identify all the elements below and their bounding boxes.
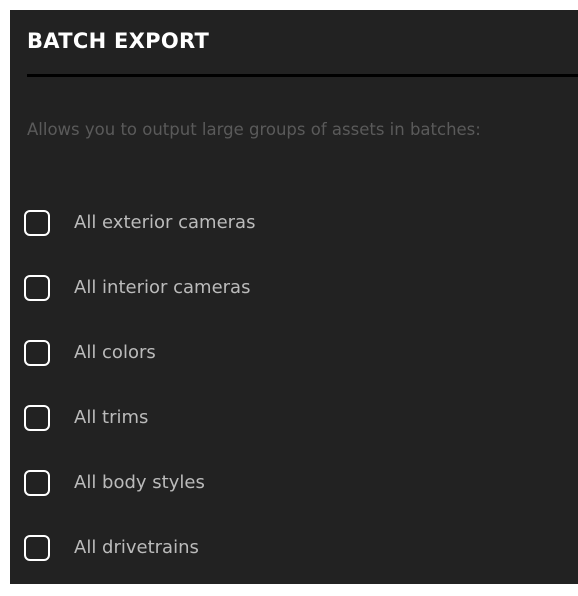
option-all-drivetrains[interactable]: All drivetrains — [24, 531, 578, 565]
option-all-trims[interactable]: All trims — [24, 401, 578, 435]
option-label: All trims — [74, 407, 149, 428]
option-label: All body styles — [74, 472, 205, 493]
option-label: All exterior cameras — [74, 212, 256, 233]
option-label: All interior cameras — [74, 277, 251, 298]
option-label: All drivetrains — [74, 537, 199, 558]
batch-export-panel: BATCH EXPORT Allows you to output large … — [10, 10, 578, 584]
checkbox-all-colors[interactable] — [24, 340, 50, 366]
option-all-colors[interactable]: All colors — [24, 336, 578, 370]
checkbox-all-exterior-cameras[interactable] — [24, 210, 50, 236]
option-label: All colors — [74, 342, 156, 363]
checkbox-all-interior-cameras[interactable] — [24, 275, 50, 301]
checkbox-all-body-styles[interactable] — [24, 470, 50, 496]
header-divider — [27, 74, 578, 77]
option-all-interior-cameras[interactable]: All interior cameras — [24, 271, 578, 305]
option-all-exterior-cameras[interactable]: All exterior cameras — [24, 206, 578, 240]
panel-description: Allows you to output large groups of ass… — [27, 120, 481, 139]
option-all-body-styles[interactable]: All body styles — [24, 466, 578, 500]
panel-header: BATCH EXPORT — [27, 27, 578, 55]
panel-title: BATCH EXPORT — [27, 29, 210, 53]
batch-options-list: All exterior cameras All interior camera… — [24, 206, 578, 596]
checkbox-all-drivetrains[interactable] — [24, 535, 50, 561]
checkbox-all-trims[interactable] — [24, 405, 50, 431]
